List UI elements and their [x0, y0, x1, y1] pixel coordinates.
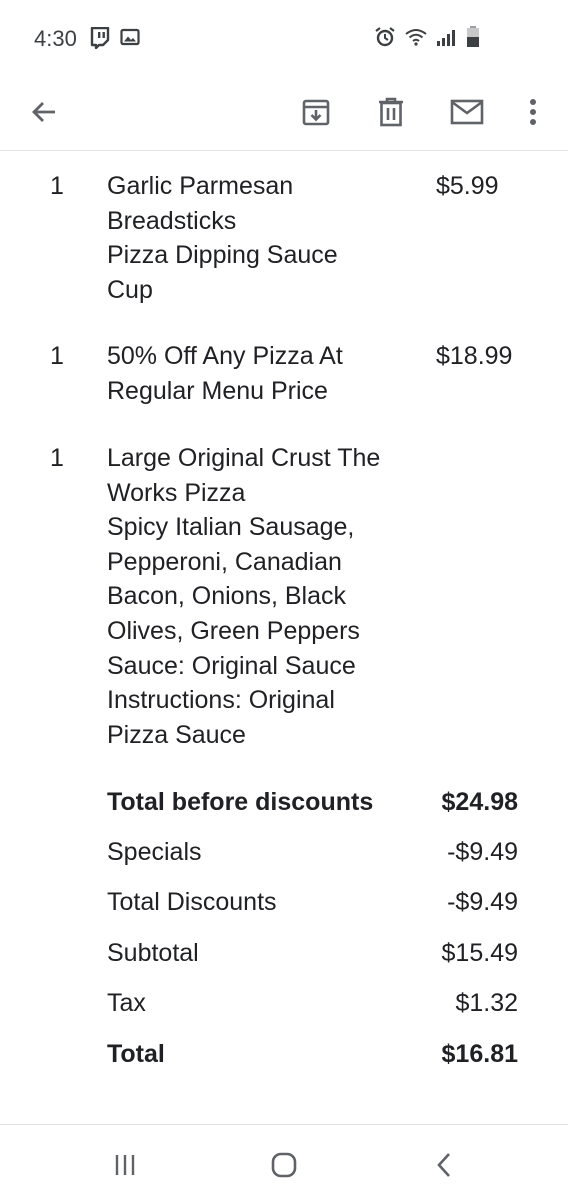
item-line: Garlic Parmesan — [107, 172, 294, 200]
trash-icon — [379, 97, 403, 127]
mail-icon — [450, 99, 484, 125]
summary-amount: -$9.49 — [447, 838, 518, 866]
system-navigation-bar — [0, 1124, 568, 1201]
item-line: Large Original Crust The — [107, 444, 381, 472]
item-line: Cup — [107, 275, 153, 304]
item-quantity: 1 — [50, 444, 64, 472]
summary-row-total: Total $16.81 — [0, 1037, 568, 1071]
item-line: Pepperoni, Canadian — [107, 547, 342, 576]
wifi-icon — [405, 29, 427, 46]
delete-button[interactable] — [367, 88, 415, 136]
item-line: Pizza Sauce — [107, 720, 246, 749]
summary-row-specials: Specials -$9.49 — [0, 835, 568, 869]
battery-icon — [467, 26, 479, 47]
summary-row-subtotal: Subtotal $15.49 — [0, 936, 568, 970]
archive-button[interactable] — [292, 88, 340, 136]
item-line: Sauce: Original Sauce — [107, 651, 356, 680]
summary-row-total-discounts: Total Discounts -$9.49 — [0, 885, 568, 919]
alarm-icon — [375, 27, 395, 47]
arrow-back-icon — [32, 102, 55, 122]
more-vert-icon — [530, 99, 536, 125]
item-line: Pizza Dipping Sauce — [107, 241, 338, 270]
status-bar: 4:30 — [0, 0, 568, 76]
item-line: Instructions: Original — [107, 686, 335, 715]
recent-apps-icon — [115, 1155, 135, 1175]
item-line: 50% Off Any Pizza At — [107, 342, 343, 370]
item-line: Works Pizza — [107, 478, 246, 507]
summary-label: Total — [107, 1040, 165, 1068]
image-icon — [120, 28, 140, 46]
home-icon — [271, 1152, 297, 1178]
summary-amount: $1.32 — [455, 989, 518, 1017]
summary-amount: $15.49 — [441, 939, 518, 967]
notification-icons — [90, 27, 140, 49]
item-line: Olives, Green Peppers — [107, 616, 360, 645]
recent-apps-button[interactable] — [105, 1147, 145, 1183]
twitch-icon — [90, 27, 110, 49]
item-quantity: 1 — [50, 342, 64, 370]
archive-icon — [302, 99, 330, 126]
item-description: 50% Off Any Pizza At Regular Menu Price — [107, 339, 407, 408]
item-line: Bacon, Onions, Black — [107, 582, 347, 611]
signal-icon — [437, 30, 455, 46]
item-line: Regular Menu Price — [107, 376, 328, 405]
chevron-left-icon — [437, 1153, 450, 1177]
item-quantity: 1 — [50, 172, 64, 200]
back-button[interactable] — [20, 88, 68, 136]
summary-amount: $16.81 — [441, 1040, 518, 1068]
item-price: $5.99 — [436, 172, 499, 200]
home-button[interactable] — [264, 1147, 304, 1183]
summary-label: Subtotal — [107, 939, 199, 967]
item-line: Spicy Italian Sausage, — [107, 513, 355, 542]
mark-unread-button[interactable] — [443, 88, 491, 136]
item-description: Large Original Crust The Works Pizza Spi… — [107, 441, 407, 752]
summary-label: Tax — [107, 989, 146, 1017]
more-options-button[interactable] — [509, 88, 557, 136]
back-nav-button[interactable] — [424, 1147, 464, 1183]
system-icons — [374, 26, 480, 48]
item-line: Breadsticks — [107, 206, 237, 235]
summary-row-total-before-discounts: Total before discounts $24.98 — [0, 785, 568, 819]
summary-row-tax: Tax $1.32 — [0, 986, 568, 1020]
email-toolbar — [0, 76, 568, 151]
summary-label: Total Discounts — [107, 888, 277, 916]
summary-label: Total before discounts — [107, 788, 374, 816]
status-time: 4:30 — [34, 26, 77, 51]
summary-amount: $24.98 — [441, 788, 518, 816]
item-description: Garlic Parmesan Breadsticks Pizza Dippin… — [107, 169, 407, 307]
summary-label: Specials — [107, 838, 202, 866]
summary-amount: -$9.49 — [447, 888, 518, 916]
item-price: $18.99 — [436, 342, 513, 370]
